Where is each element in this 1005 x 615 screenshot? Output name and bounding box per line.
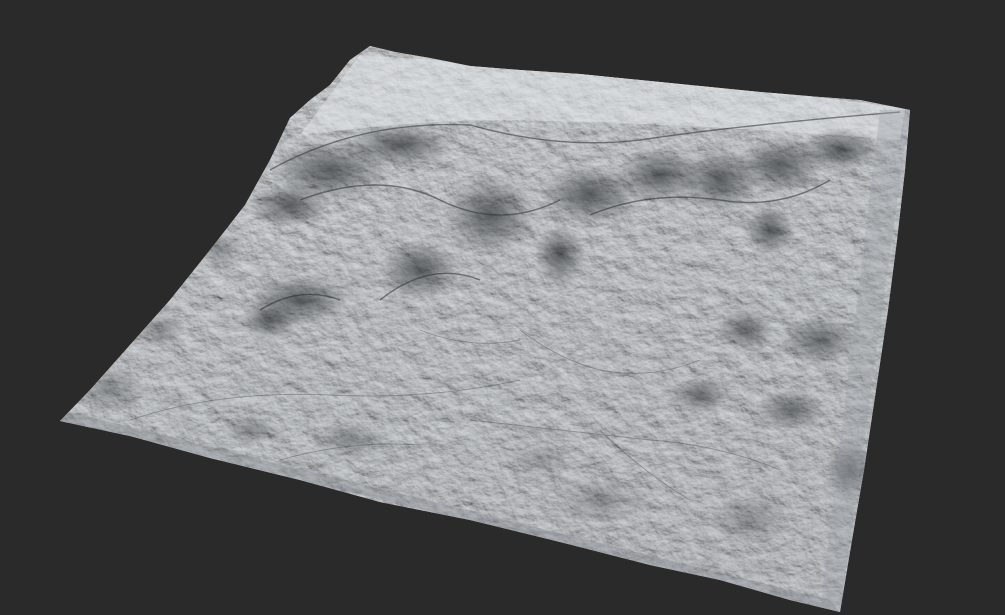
3d-viewport[interactable] xyxy=(0,0,1005,615)
terrain-render xyxy=(60,46,910,612)
terrain-surface xyxy=(60,46,910,612)
